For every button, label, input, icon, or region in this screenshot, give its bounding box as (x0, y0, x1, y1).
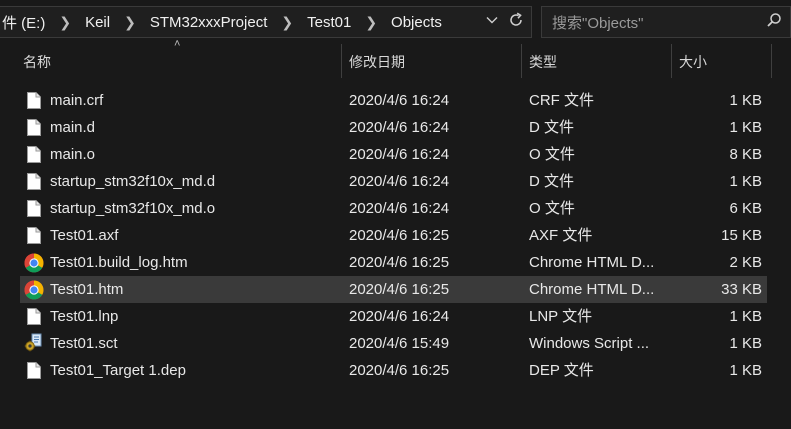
file-name: main.d (50, 119, 96, 136)
file-name: Test01.lnp (50, 308, 119, 325)
file-icon (27, 119, 41, 136)
file-type: Windows Script ... (529, 335, 650, 352)
breadcrumb-drive[interactable]: 件 (E:) (0, 12, 49, 33)
file-name: Test01_Target 1.dep (50, 362, 186, 379)
column-divider[interactable] (771, 44, 772, 78)
file-row[interactable]: Test01.build_log.htm 2020/4/6 16:25 Chro… (20, 249, 767, 276)
file-row[interactable]: Test01.lnp 2020/4/6 16:24 LNP 文件 1 KB (20, 303, 767, 330)
file-row[interactable]: Test01.axf 2020/4/6 16:25 AXF 文件 15 KB (20, 222, 767, 249)
file-date: 2020/4/6 16:24 (349, 119, 450, 136)
file-row[interactable]: main.crf 2020/4/6 16:24 CRF 文件 1 KB (20, 87, 767, 114)
file-size: 1 KB (729, 335, 762, 352)
breadcrumb-separator-icon[interactable]: ❯ (355, 14, 387, 31)
file-name: Test01.build_log.htm (50, 254, 188, 271)
file-icon (27, 173, 41, 190)
breadcrumb-test01[interactable]: Test01 (303, 14, 355, 31)
file-size: 33 KB (721, 281, 762, 298)
column-date-label: 修改日期 (349, 54, 405, 70)
file-size: 15 KB (721, 227, 762, 244)
file-type: Chrome HTML D... (529, 254, 655, 271)
breadcrumb-label: 件 (E:) (2, 14, 46, 32)
breadcrumb-label: Keil (85, 13, 111, 31)
file-size: 6 KB (729, 200, 762, 217)
column-size[interactable]: 大小 (671, 44, 771, 80)
search-input[interactable]: 搜索"Objects" (541, 6, 791, 38)
file-type: D 文件 (529, 119, 575, 136)
breadcrumb-separator-icon[interactable]: ❯ (49, 14, 81, 31)
file-row[interactable]: startup_stm32f10x_md.d 2020/4/6 16:24 D … (20, 168, 767, 195)
file-date: 2020/4/6 16:24 (349, 200, 450, 217)
column-type-label: 类型 (529, 54, 557, 70)
file-icon (27, 227, 41, 244)
file-name: main.o (50, 146, 96, 163)
file-name: main.crf (50, 92, 104, 109)
breadcrumb-keil[interactable]: Keil (81, 14, 114, 31)
address-tools (485, 7, 531, 37)
file-type: CRF 文件 (529, 92, 594, 109)
file-type: O 文件 (529, 146, 575, 163)
column-type[interactable]: 类型 (521, 44, 671, 80)
breadcrumb-label: Test01 (307, 13, 352, 31)
breadcrumb-label: Objects (391, 13, 442, 31)
file-icon (27, 200, 41, 217)
file-name: startup_stm32f10x_md.d (50, 173, 216, 190)
file-row-selected[interactable]: Test01.htm 2020/4/6 16:25 Chrome HTML D.… (20, 276, 767, 303)
file-type: LNP 文件 (529, 308, 593, 325)
file-date: 2020/4/6 16:25 (349, 227, 450, 244)
breadcrumb-project[interactable]: STM32xxxProject (146, 14, 272, 31)
file-name: Test01.htm (50, 281, 124, 298)
file-icon (27, 92, 41, 109)
file-date: 2020/4/6 16:25 (349, 254, 450, 271)
file-size: 1 KB (729, 92, 762, 109)
file-size: 1 KB (729, 362, 762, 379)
file-date: 2020/4/6 15:49 (349, 335, 450, 352)
column-name[interactable]: 名称 (15, 44, 341, 80)
breadcrumb-separator-icon[interactable]: ❯ (114, 14, 146, 31)
file-date: 2020/4/6 16:24 (349, 92, 450, 109)
search-placeholder: 搜索"Objects" (552, 14, 644, 32)
file-size: 8 KB (729, 146, 762, 163)
file-date: 2020/4/6 16:25 (349, 281, 450, 298)
file-name: Test01.axf (50, 227, 119, 244)
file-date: 2020/4/6 16:24 (349, 146, 450, 163)
file-row[interactable]: main.o 2020/4/6 16:24 O 文件 8 KB (20, 141, 767, 168)
address-bar[interactable]: 件 (E:) ❯ Keil ❯ STM32xxxProject ❯ Test01… (0, 6, 532, 38)
file-icon (27, 308, 41, 325)
file-size: 2 KB (729, 254, 762, 271)
file-date: 2020/4/6 16:24 (349, 173, 450, 190)
file-size: 1 KB (729, 308, 762, 325)
file-size: 1 KB (729, 119, 762, 136)
column-header: ˄ 名称 修改日期 类型 大小 (0, 38, 791, 80)
file-name: startup_stm32f10x_md.o (50, 200, 216, 217)
breadcrumb-separator-icon[interactable]: ❯ (271, 14, 303, 31)
file-icon (27, 362, 41, 379)
file-type: DEP 文件 (529, 362, 594, 379)
file-type: O 文件 (529, 200, 575, 217)
file-row[interactable]: Test01.sct 2020/4/6 15:49 Windows Script… (20, 330, 767, 357)
chrome-icon (24, 280, 44, 300)
file-row[interactable]: startup_stm32f10x_md.o 2020/4/6 16:24 O … (20, 195, 767, 222)
file-type: AXF 文件 (529, 227, 593, 244)
chrome-icon (24, 253, 44, 273)
breadcrumb-label: STM32xxxProject (149, 13, 268, 31)
column-name-label: 名称 (23, 54, 51, 70)
column-size-label: 大小 (679, 54, 707, 70)
file-date: 2020/4/6 16:24 (349, 308, 450, 325)
file-row[interactable]: main.d 2020/4/6 16:24 D 文件 1 KB (20, 114, 767, 141)
file-row[interactable]: Test01_Target 1.dep 2020/4/6 16:25 DEP 文… (20, 357, 767, 384)
file-size: 1 KB (729, 173, 762, 190)
search-icon[interactable] (766, 12, 782, 32)
chevron-down-icon[interactable] (485, 13, 499, 31)
file-type: D 文件 (529, 173, 575, 190)
column-date[interactable]: 修改日期 (341, 44, 521, 80)
file-date: 2020/4/6 16:25 (349, 362, 450, 379)
file-icon (27, 146, 41, 163)
script-icon (24, 333, 44, 353)
breadcrumb-objects[interactable]: Objects (387, 14, 446, 31)
refresh-icon[interactable] (507, 11, 525, 33)
file-type: Chrome HTML D... (529, 281, 655, 298)
file-name: Test01.sct (50, 335, 118, 352)
